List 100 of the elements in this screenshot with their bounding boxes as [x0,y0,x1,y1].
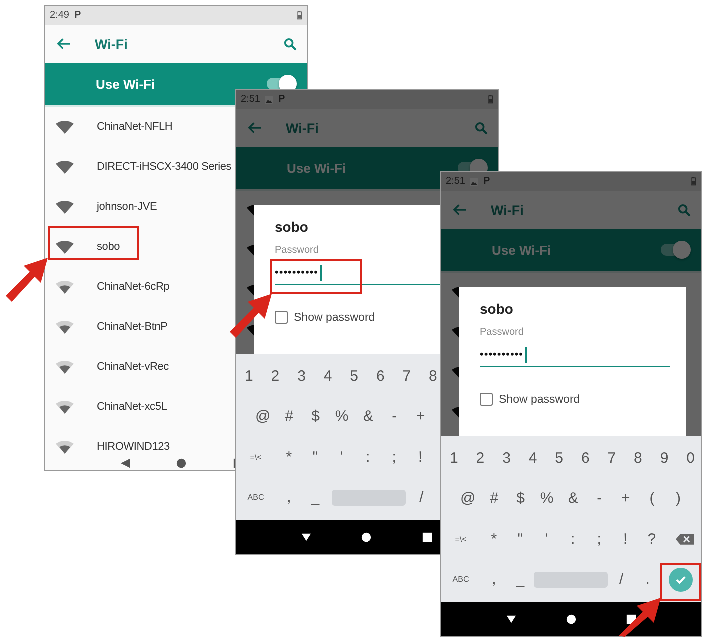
keyboard-key[interactable]: + [612,484,640,514]
keyboard-key[interactable]: , [276,482,302,513]
keyboard-key[interactable]: / [408,482,435,513]
home-circle-icon[interactable] [566,614,576,624]
keyboard-key[interactable]: % [328,402,356,432]
search-icon[interactable] [678,204,691,216]
backspace-icon[interactable] [676,534,694,545]
keyboard-key[interactable]: 1 [441,443,468,474]
checkbox[interactable] [480,393,493,406]
keyboard-key[interactable]: / [608,564,635,595]
keyboard-key[interactable]: @ [455,484,482,514]
done-key[interactable] [669,568,693,592]
keyboard-key[interactable]: , [481,564,508,595]
keyboard-key[interactable]: & [560,484,586,514]
battery-icon [297,11,302,20]
keyboard-key[interactable]: 8 [625,443,652,474]
keyboard-key[interactable]: 6 [367,361,394,392]
field-label: Password [275,245,320,256]
network-name: johnson-JVE [97,201,158,213]
back-triangle-icon[interactable] [506,614,516,624]
keyboard-key[interactable]: ! [612,524,639,554]
keyboard-key[interactable]: ) [665,484,692,514]
back-triangle-icon[interactable] [300,532,312,542]
search-icon[interactable] [284,38,297,50]
status-letter: P [483,176,490,187]
status-letter: P [74,10,82,21]
status-time: 2:51 [241,94,260,105]
switch-label: Use Wi-Fi [96,76,156,92]
keyboard-key[interactable]: . [634,564,661,595]
back-arrow-icon[interactable] [453,204,467,216]
search-icon[interactable] [475,122,488,134]
recents-square-icon[interactable] [422,532,434,542]
dialog-title: sobo [480,301,514,317]
image-icon [470,178,478,186]
keyboard-key[interactable]: 4 [314,361,342,392]
keyboard-key[interactable]: 7 [598,443,626,474]
keyboard-key[interactable]: & [355,402,382,432]
keyboard-key[interactable]: 1 [236,361,262,392]
back-arrow-icon[interactable] [248,122,262,134]
keyboard-key[interactable]: 2 [262,361,289,392]
keyboard-key[interactable]: + [408,402,434,432]
keyboard-key[interactable]: " [302,442,329,472]
pointer-arrow [4,256,50,304]
keyboard-key[interactable]: 2 [467,443,494,474]
keyboard-key[interactable]: =\< [236,442,276,472]
keyboard-key[interactable]: $ [508,484,534,514]
dialog-title: sobo [275,219,310,235]
keyboard-key[interactable]: 5 [546,443,572,474]
keyboard-key[interactable]: * [481,524,508,554]
home-circle-icon[interactable] [361,532,372,542]
keyboard-key[interactable]: : [354,442,382,472]
keyboard-key[interactable]: : [560,524,586,554]
keyboard-key[interactable]: =\< [441,524,481,554]
keyboard-key[interactable]: $ [302,402,329,432]
keyboard-key[interactable]: _ [507,564,534,595]
keyboard-key[interactable]: " [507,524,534,554]
keyboard-key[interactable]: - [381,402,408,432]
keyboard-key[interactable]: _ [302,482,329,513]
password-field[interactable]: •••••••••• [480,344,670,367]
keyboard-key[interactable]: 3 [494,443,520,474]
keyboard-key[interactable]: ' [534,524,560,554]
keyboard-key[interactable]: 4 [520,443,546,474]
keyboard-key[interactable]: ( [639,484,666,514]
keyboard-key[interactable]: ' [328,442,355,472]
pointer-arrow [228,292,274,340]
network-name: HIROWIND123 [97,441,170,453]
keyboard-key[interactable]: ABC [441,564,481,595]
keyboard-key[interactable]: # [481,484,508,514]
keyboard-key[interactable]: @ [250,402,276,432]
keyboard-key[interactable]: 0 [678,443,701,474]
keyboard-key[interactable]: # [276,402,303,432]
keyboard-key[interactable]: * [276,442,302,472]
network-name: ChinaNet-vRec [97,361,169,373]
network-name: ChinaNet-xc5L [97,401,168,413]
field-label: Password [480,327,525,338]
checkbox-label: Show password [294,312,376,324]
toolbar-title: Wi-Fi [95,36,128,52]
network-name: ChinaNet-BtnP [97,321,168,333]
keyboard-key[interactable]: 5 [341,361,368,392]
battery-icon [691,177,696,186]
keyboard-key[interactable]: ? [638,524,666,554]
keyboard-key[interactable]: - [586,484,613,514]
battery-icon [488,95,493,104]
keyboard-key[interactable]: ; [381,442,408,472]
image-icon [265,96,274,104]
keyboard-key[interactable]: ; [586,524,612,554]
keyboard-key[interactable]: 7 [394,361,420,392]
home-circle-icon[interactable] [176,458,188,469]
back-arrow-icon[interactable] [57,38,71,50]
pointer-arrow [617,596,663,637]
keyboard-key[interactable]: 9 [651,443,678,474]
keyboard-key[interactable]: 3 [288,361,315,392]
keyboard-key[interactable]: 6 [572,443,599,474]
keyboard-key[interactable]: ABC [236,482,276,513]
toolbar-title: Wi-Fi [491,202,524,218]
back-triangle-icon[interactable] [120,458,131,469]
keyboard-key[interactable]: % [534,484,560,514]
keyboard-key[interactable]: ! [407,442,434,472]
network-name: DIRECT-iHSCX-3400 Series [97,161,232,173]
checkbox[interactable] [275,311,288,324]
